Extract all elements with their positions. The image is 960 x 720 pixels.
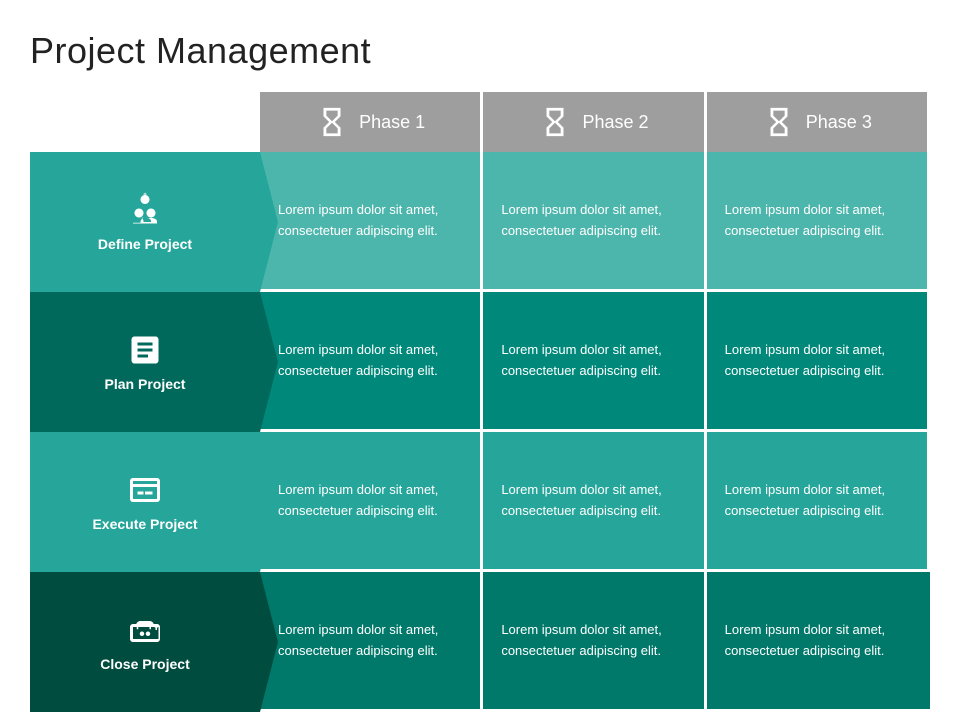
page-title: Project Management <box>30 30 930 72</box>
page: Project Management Phase 1 Phase 2 Phase… <box>0 0 960 720</box>
phase-header-2: Phase 2 <box>483 92 706 152</box>
cell-r1-p3: Lorem ipsum dolor sit amet, consectetuer… <box>707 292 930 432</box>
cell-r2-p2: Lorem ipsum dolor sit amet, consectetuer… <box>483 432 706 572</box>
cell-r1-p1: Lorem ipsum dolor sit amet, consectetuer… <box>260 292 483 432</box>
cell-r0-p3: Lorem ipsum dolor sit amet, consectetuer… <box>707 152 930 292</box>
phase-header-3: Phase 3 <box>707 92 930 152</box>
cell-r3-p1: Lorem ipsum dolor sit amet, consectetuer… <box>260 572 483 712</box>
row-label-define: Define Project <box>30 152 260 292</box>
cell-r3-p3: Lorem ipsum dolor sit amet, consectetuer… <box>707 572 930 712</box>
cell-r0-p1: Lorem ipsum dolor sit amet, consectetuer… <box>260 152 483 292</box>
row-label-plan: Plan Project <box>30 292 260 432</box>
main-grid: Phase 1 Phase 2 Phase 3 Define Project L… <box>30 92 930 712</box>
cell-r1-p2: Lorem ipsum dolor sit amet, consectetuer… <box>483 292 706 432</box>
cell-r3-p2: Lorem ipsum dolor sit amet, consectetuer… <box>483 572 706 712</box>
corner-cell <box>30 92 260 152</box>
cell-r0-p2: Lorem ipsum dolor sit amet, consectetuer… <box>483 152 706 292</box>
row-label-close: Close Project <box>30 572 260 712</box>
hourglass-icon-2 <box>538 105 572 139</box>
hourglass-icon-3 <box>762 105 796 139</box>
cell-r2-p3: Lorem ipsum dolor sit amet, consectetuer… <box>707 432 930 572</box>
row-label-execute: Execute Project <box>30 432 260 572</box>
cell-r2-p1: Lorem ipsum dolor sit amet, consectetuer… <box>260 432 483 572</box>
phase-header-1: Phase 1 <box>260 92 483 152</box>
hourglass-icon-1 <box>315 105 349 139</box>
